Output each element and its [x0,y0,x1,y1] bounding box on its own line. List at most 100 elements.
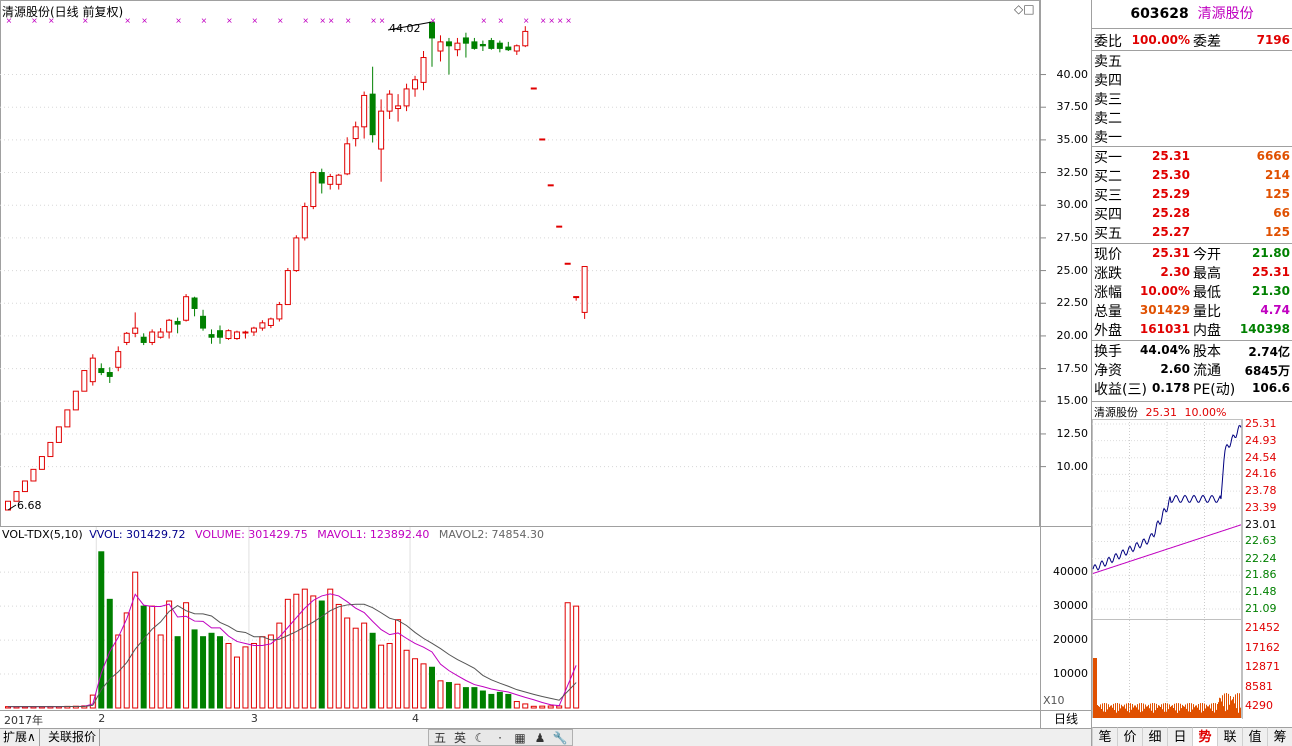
signal-marker: × [371,16,377,27]
right-tab-3[interactable]: 日 [1167,727,1192,746]
right-tab-2[interactable]: 细 [1142,727,1167,746]
volume-bar [445,682,452,709]
right-tab-0[interactable]: 笔 [1092,727,1117,746]
price-axis: 40.00 37.50 35.00 32.50 30.00 27.50 25.00 22.50… [1040,0,1090,525]
mini-price-tick: 24.16 [1245,467,1277,481]
candle [573,296,580,301]
signal-marker: × [523,16,529,27]
mini-price-tick: 22.24 [1245,551,1277,565]
mini-price-tick: 24.93 [1245,433,1277,447]
stat-value: 2.30 [1160,265,1190,279]
price-chart-canvas[interactable]: × × × × × × × × × × × × × × × × × × × × × × × × × [0,0,1091,728]
volume-bar [505,693,512,709]
mini-chart-header: 清源股份 25.31 10.00% [1094,404,1226,420]
stat-label: 量比 [1193,304,1221,320]
price-axis-tick: 37.50 [1056,100,1089,114]
volume-indicator-header: VOL-TDX(5,10) VVOL: 301429.72 VOLUME: 30… [2,528,544,541]
order-level-volume: 6666 [1256,149,1290,163]
candle [547,184,554,187]
volume-bar [564,602,571,709]
toolbar-icon[interactable]: ⋅ [491,730,509,746]
mavol2-value: MAVOL2: 74854.30 [438,528,545,541]
zoom-label[interactable]: X10 [1043,694,1065,707]
stat-label: 净资 [1094,363,1122,379]
right-tab-5[interactable]: 联 [1217,727,1242,746]
expand-tab[interactable]: 扩展∧ [0,729,40,746]
right-tab-4[interactable]: 势 [1192,727,1217,746]
toolbar-icon[interactable]: ♟ [531,730,549,746]
volume-bar [183,602,190,709]
toolbar-icon[interactable]: 五 [431,730,449,746]
candle [530,87,537,90]
order-level-label: 买四 [1094,207,1122,223]
main-chart-panel[interactable]: × × × × × × × × × × × × × × × × × × × × × × × × × 清源股份(日线 前复权) ◇… [0,0,1091,728]
right-tab-7[interactable]: 筹 [1267,727,1292,746]
volume-bar [462,687,469,709]
chart-corner-icons[interactable]: ◇□ [1014,2,1035,16]
mini-volume-tick: 12871 [1245,660,1280,673]
weicha-label: 委差 [1193,34,1221,50]
order-level-volume: 214 [1264,168,1290,182]
vvol-value: VVOL: 301429.72 [89,528,186,541]
volume-bar [225,642,232,709]
buy-order-book: 买一 25.31 6666 买二 25.30 214 买三 25.29 125 买四 25.28 66… [1092,147,1292,242]
candle [327,173,334,190]
order-level-volume: 125 [1264,187,1290,201]
weibi-value: 100.00% [1131,33,1190,47]
signal-marker: × [201,16,207,27]
order-level-price: 25.27 [1152,225,1190,239]
price-axis-tick: 35.00 [1056,132,1089,146]
toolbar-icon[interactable]: ▦ [511,730,529,746]
stat-label: 换手 [1094,344,1122,360]
candle [225,329,232,340]
right-tab-1[interactable]: 价 [1117,727,1142,746]
mini-price-tick: 21.86 [1245,568,1277,582]
candle [293,235,300,272]
toolbar-icon[interactable]: 英 [451,730,469,746]
signal-marker: × [549,16,555,27]
candle [106,367,113,383]
candle [284,267,291,306]
candle [259,320,266,331]
order-level-price: 25.30 [1152,168,1190,182]
stock-code: 603628 [1130,6,1189,22]
signal-marker: × [498,16,504,27]
candle [183,294,190,322]
stat-label: 今开 [1193,247,1221,263]
volume-bar [233,656,240,709]
related-quotes-tab[interactable]: 关联报价 [45,729,101,746]
candle [437,35,444,62]
stat-value: 6845万 [1244,364,1290,378]
signal-marker: × [320,16,326,27]
candle [420,51,427,91]
toolbar-icon[interactable]: 🔧 [551,730,569,746]
volume-bar [352,627,359,709]
price-axis-tick: 12.50 [1056,426,1089,440]
mini-pct: 10.00% [1184,406,1227,419]
volume-bar [403,649,410,709]
candle [352,121,359,147]
period-label[interactable]: 日线 [1040,710,1091,728]
signal-marker: × [481,16,487,27]
input-method-toolbar[interactable]: 五英 ☾ ⋅ ▦ ♟ 🔧 [428,729,573,746]
quote-panel: 603628 清源股份 委比 100.00% 委差 7196 卖五 卖四 卖三 卖二卖… [1091,0,1292,746]
order-level-label: 买一 [1094,150,1122,166]
signal-marker: × [566,16,572,27]
volume-indicator-name[interactable]: VOL-TDX(5,10) [2,528,83,541]
toolbar-icon[interactable]: ☾ [471,730,489,746]
price-axis-tick: 27.50 [1056,230,1089,244]
weibi-label: 委比 [1094,34,1122,50]
candle [267,317,274,329]
candle [98,363,105,376]
order-level-label: 卖一 [1094,130,1122,146]
mini-price-tick: 23.01 [1245,517,1277,531]
volume-bar [513,701,520,709]
candle [166,318,173,339]
candle [301,202,308,241]
mavol2-line [7,603,577,708]
signal-marker: × [252,16,258,27]
volume-bar [547,705,554,709]
volume-bar [132,571,139,709]
right-tab-6[interactable]: 值 [1242,727,1267,746]
mini-price-tick: 22.63 [1245,534,1277,548]
